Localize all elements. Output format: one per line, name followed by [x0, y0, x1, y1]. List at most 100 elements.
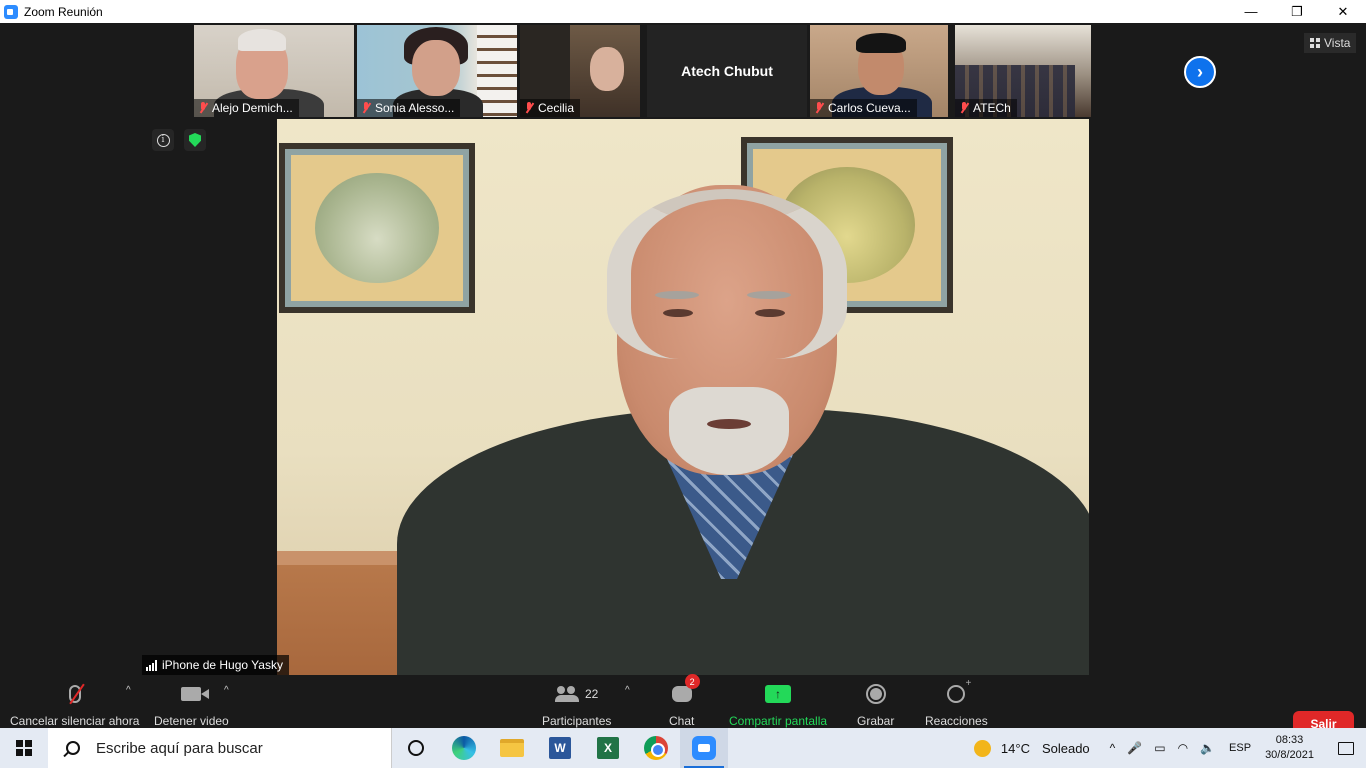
microphone-muted-icon: [68, 685, 81, 703]
meeting-area: Alejo Demich... Sonia Alesso... Cecilia …: [0, 23, 1366, 751]
view-button-label: Vista: [1324, 36, 1351, 50]
wifi-icon[interactable]: ◠: [1178, 741, 1188, 755]
shield-check-icon: [189, 133, 201, 147]
participant-tile[interactable]: Carlos Cueva...: [810, 25, 948, 117]
title-bar: Zoom Reunión — ❐ ✕: [0, 0, 1366, 23]
participant-name: Atech Chubut: [681, 63, 773, 79]
participant-tile[interactable]: Sonia Alesso...: [357, 25, 517, 117]
wall-painting: [279, 143, 475, 313]
reaction-emoji-icon: [947, 678, 971, 703]
window-controls: — ❐ ✕: [1228, 0, 1366, 23]
notifications-button[interactable]: [1326, 728, 1366, 768]
record-button[interactable]: Grabar: [857, 675, 894, 728]
word-icon: W: [549, 737, 571, 759]
record-icon: [865, 684, 886, 704]
battery-icon[interactable]: ▭: [1154, 741, 1165, 755]
video-options-caret-icon[interactable]: ^: [224, 685, 229, 696]
next-page-button[interactable]: ›: [1184, 56, 1216, 88]
participant-name-tag: Cecilia: [520, 99, 581, 117]
muted-mic-icon: [814, 102, 824, 114]
participant-name: ATECh: [973, 101, 1011, 115]
zoom-icon: [692, 736, 716, 760]
mute-button-label: Cancelar silenciar ahora: [10, 714, 140, 728]
muted-mic-icon: [524, 102, 534, 114]
view-button[interactable]: Vista: [1304, 33, 1357, 53]
active-speaker-video: [277, 119, 1089, 675]
stop-video-button[interactable]: Detener video: [154, 675, 229, 728]
excel-icon: X: [597, 737, 619, 759]
encryption-button[interactable]: [184, 129, 206, 151]
participant-tile[interactable]: Atech Chubut: [647, 25, 807, 117]
participants-label: Participantes: [542, 714, 612, 728]
signal-strength-icon: [146, 659, 157, 671]
minimize-button[interactable]: —: [1228, 0, 1274, 23]
participants-icon: [555, 686, 579, 702]
participant-tile[interactable]: Cecilia: [520, 25, 640, 117]
speaker-name-tag: iPhone de Hugo Yasky: [142, 655, 289, 675]
video-camera-icon: [181, 687, 210, 701]
restore-button[interactable]: ❐: [1274, 0, 1320, 23]
weather-sun-icon[interactable]: [973, 739, 991, 757]
participant-name: Alejo Demich...: [212, 101, 293, 115]
stop-video-label: Detener video: [154, 714, 229, 728]
participants-options-caret-icon[interactable]: ^: [625, 685, 630, 696]
mute-button[interactable]: Cancelar silenciar ahora: [10, 675, 139, 728]
meeting-info-icons: i: [152, 129, 206, 151]
info-icon: i: [156, 133, 170, 147]
muted-mic-icon: [198, 102, 208, 114]
close-button[interactable]: ✕: [1320, 0, 1366, 23]
reactions-button[interactable]: Reacciones: [925, 675, 988, 728]
share-screen-icon: ↑: [765, 685, 792, 703]
participant-name-tag: Carlos Cueva...: [810, 99, 917, 117]
weather-temperature[interactable]: 14°C: [1001, 741, 1030, 756]
task-view-button[interactable]: [392, 728, 440, 768]
participants-count: 22: [585, 687, 599, 701]
clock-date: 30/8/2021: [1265, 749, 1314, 761]
meeting-info-button[interactable]: i: [152, 129, 174, 151]
participant-tile[interactable]: Alejo Demich...: [194, 25, 354, 117]
task-view-icon: [408, 740, 424, 756]
muted-mic-icon: [361, 102, 371, 114]
participant-name: Cecilia: [538, 101, 575, 115]
chat-unread-badge: 2: [684, 674, 700, 689]
file-explorer-icon: [500, 739, 524, 757]
windows-logo-icon: [16, 740, 32, 756]
weather-condition[interactable]: Soleado: [1042, 741, 1090, 756]
participant-tile[interactable]: ATECh: [955, 25, 1091, 117]
participant-name: Carlos Cueva...: [828, 101, 911, 115]
search-placeholder: Escribe aquí para buscar: [96, 739, 263, 757]
chat-label: Chat: [669, 714, 695, 728]
system-tray: 14°C Soleado ^ 🎤 ▭ ◠ 🔈 ESP 08:33 30/8/20…: [973, 728, 1366, 768]
chat-button[interactable]: 2 Chat: [669, 674, 700, 728]
input-language[interactable]: ESP: [1229, 742, 1251, 754]
volume-icon[interactable]: 🔈: [1200, 741, 1215, 755]
system-clock[interactable]: 08:33 30/8/2021: [1265, 733, 1314, 763]
participant-name: Sonia Alesso...: [375, 101, 455, 115]
zoom-app-icon: [4, 4, 18, 19]
participants-button[interactable]: 22 Participantes: [542, 675, 611, 728]
show-hidden-icons-chevron-icon[interactable]: ^: [1110, 741, 1116, 755]
microphone-icon[interactable]: 🎤: [1127, 741, 1142, 755]
chrome-icon: [644, 736, 668, 760]
participant-name-tag: Sonia Alesso...: [357, 99, 461, 117]
taskbar-app-chrome[interactable]: [632, 728, 680, 768]
taskbar-app-excel[interactable]: X: [584, 728, 632, 768]
participant-name-tag: Alejo Demich...: [194, 99, 299, 117]
taskbar-app-zoom[interactable]: [680, 728, 728, 768]
taskbar-search-box[interactable]: Escribe aquí para buscar: [48, 728, 392, 768]
chevron-right-icon: ›: [1197, 61, 1203, 82]
start-button[interactable]: [0, 728, 48, 768]
share-screen-label: Compartir pantalla: [729, 714, 828, 728]
participant-strip: Alejo Demich... Sonia Alesso... Cecilia …: [194, 25, 1091, 117]
search-icon: [66, 741, 80, 755]
taskbar-app-explorer[interactable]: [488, 728, 536, 768]
windows-taskbar: Escribe aquí para buscar W X 14°C Solead…: [0, 728, 1366, 768]
edge-icon: [452, 736, 476, 760]
screen: Zoom Reunión — ❐ ✕ Alejo Demich... Sonia…: [0, 0, 1366, 768]
audio-options-caret-icon[interactable]: ^: [126, 685, 131, 696]
taskbar-app-edge[interactable]: [440, 728, 488, 768]
share-screen-button[interactable]: ↑ Compartir pantalla: [729, 675, 827, 728]
muted-mic-icon: [959, 102, 969, 114]
taskbar-app-word[interactable]: W: [536, 728, 584, 768]
grid-view-icon: [1310, 38, 1320, 48]
